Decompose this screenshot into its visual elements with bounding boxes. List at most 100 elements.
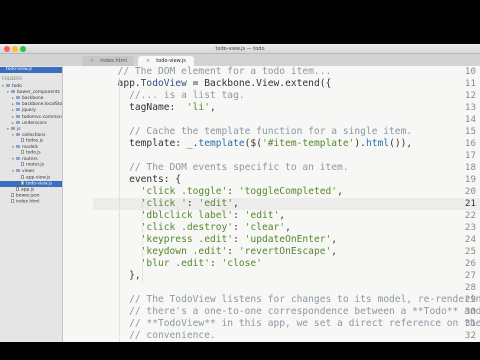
code-token: // **TodoView** in this app, we set a di… [129,318,480,329]
code-token: : [233,222,245,233]
line-number: 12 [464,90,476,101]
tree-item-label: app.js [21,187,35,193]
code-line[interactable]: // The TodoView listens for changes to i… [106,294,480,306]
file-item[interactable]: todo.js [0,150,62,156]
folder-item[interactable]: ▾ routers [0,156,62,162]
tree-item-label: todo-view.js [26,181,53,187]
code-token: : [227,246,239,257]
code-token: 'click .destroy' [140,222,234,233]
code-token: ). [354,138,366,149]
folder-icon [16,169,20,173]
folder-item[interactable]: ▾ models [0,144,62,150]
folder-item[interactable]: ▸ todomvc-common [0,114,62,120]
code-token: : [186,198,199,209]
folder-item[interactable]: ▾ collections [0,132,62,138]
line-number: 15 [464,126,476,137]
folder-item[interactable]: ▾ todo [0,83,62,89]
folder-icon [11,90,15,94]
code-token: , [337,186,343,197]
code-line[interactable]: events: { [106,174,181,186]
folder-icon [16,132,20,136]
line-number: 11 [464,78,476,89]
code-token: }, [106,270,141,281]
close-tab-icon[interactable]: × [146,58,150,64]
code-token: 'keydown .edit' [140,246,228,257]
code-token: , [331,234,338,245]
code-line[interactable]: // there's a one-to-one correspondence b… [106,306,480,318]
line-number: 17 [464,150,476,161]
folder-icon [16,120,20,124]
line-number: 10 [464,66,476,77]
code-token: , [279,210,286,221]
code-line[interactable]: 'keypress .edit': 'updateOnEnter', [106,234,337,246]
code-token: // there's a one-to-one correspondence b… [106,306,480,317]
code-line[interactable]: 'click .destroy': 'clear', [106,222,291,234]
code-line[interactable]: // convenience. [106,330,216,342]
code-line[interactable]: //... is a list tag. [106,90,245,102]
open-file-label: todo-view.js [6,67,33,72]
code-token: template [198,138,245,149]
folder-item[interactable]: ▾ js [0,126,62,132]
file-item[interactable]: router.js [0,162,62,168]
code-token: : [233,234,245,245]
line-number: 19 [464,174,476,185]
code-line[interactable]: }, [106,270,141,282]
tab-label: index.html [100,58,127,64]
file-item[interactable]: todo-view.js [0,180,62,187]
code-line[interactable]: // The DOM events specific to an item. [106,162,349,174]
code-line[interactable]: template: _.template($('#item-template')… [106,138,412,150]
file-icon [21,162,24,167]
code-token: // The DOM element for a todo item... [106,66,332,77]
line-number: 22 [464,210,476,221]
file-item[interactable]: app-view.js [0,174,62,181]
code-token: 'clear' [244,222,286,233]
code-token: 'li' [186,102,210,113]
code-line[interactable]: tagName: 'li', [106,102,216,114]
folder-item[interactable]: ▸ jquery [0,107,62,113]
code-token: : [209,258,222,269]
code-token: ()), [389,138,413,149]
code-line[interactable]: 'keydown .edit': 'revertOnEscape', [106,246,337,258]
code-token: // convenience. [106,330,216,341]
code-token: = Backbone.View.extend({ [186,78,332,89]
code-token: 'revertOnEscape' [238,246,332,257]
code-line[interactable]: 'click .toggle': 'toggleCompleted', [106,186,343,198]
code-line[interactable]: // Cache the template function for a sin… [106,126,412,138]
file-item[interactable]: index.html [0,198,62,205]
open-file-item-active[interactable]: todo-view.js [0,67,62,73]
code-editor[interactable]: 10 // The DOM element for a todo item...… [63,66,480,342]
folder-item[interactable]: ▸ backbone [0,95,62,101]
folder-item[interactable]: ▸backbone.localStorage [0,101,62,107]
file-item[interactable]: app.js [0,186,62,193]
code-token: : [233,210,245,221]
code-token: 'dblclick label' [140,210,234,221]
code-line[interactable]: // **TodoView** in this app, we set a di… [106,318,480,330]
file-item[interactable]: bower.json [0,192,62,199]
file-item[interactable]: todos.js [0,137,62,144]
code-token: , [331,246,338,257]
folder-item[interactable]: ▸ underscore [0,120,62,126]
line-number: 26 [464,258,476,269]
code-line[interactable]: 'blur .edit': 'close' [106,258,262,270]
indent-guide [142,198,143,282]
folder-icon [16,145,20,148]
code-line[interactable]: 'click ': 'edit', [106,198,239,210]
code-line[interactable]: // The DOM element for a todo item... [106,66,332,78]
tab-todo-view-js[interactable]: × todo-view.js [138,56,194,66]
tab-index-html[interactable]: × index.html [82,56,134,66]
code-token: app. [106,78,141,89]
code-line[interactable]: app.TodoView = Backbone.View.extend({ [106,78,332,90]
close-tab-icon[interactable]: × [90,58,94,64]
folder-item[interactable]: ▾ bower_components [0,89,62,95]
code-line[interactable]: 'dblclick label': 'edit', [106,210,285,222]
video-frame: todo-view.js — todo OPEN FILES index.htm… [0,0,480,360]
tree-item-label: bower.json [16,193,40,199]
code-token: 'toggleCompleted' [238,186,338,197]
line-number: 14 [464,114,476,125]
folder-item[interactable]: ▾ views [0,168,62,174]
folder-icon [6,84,10,87]
code-token: events: { [106,174,182,185]
